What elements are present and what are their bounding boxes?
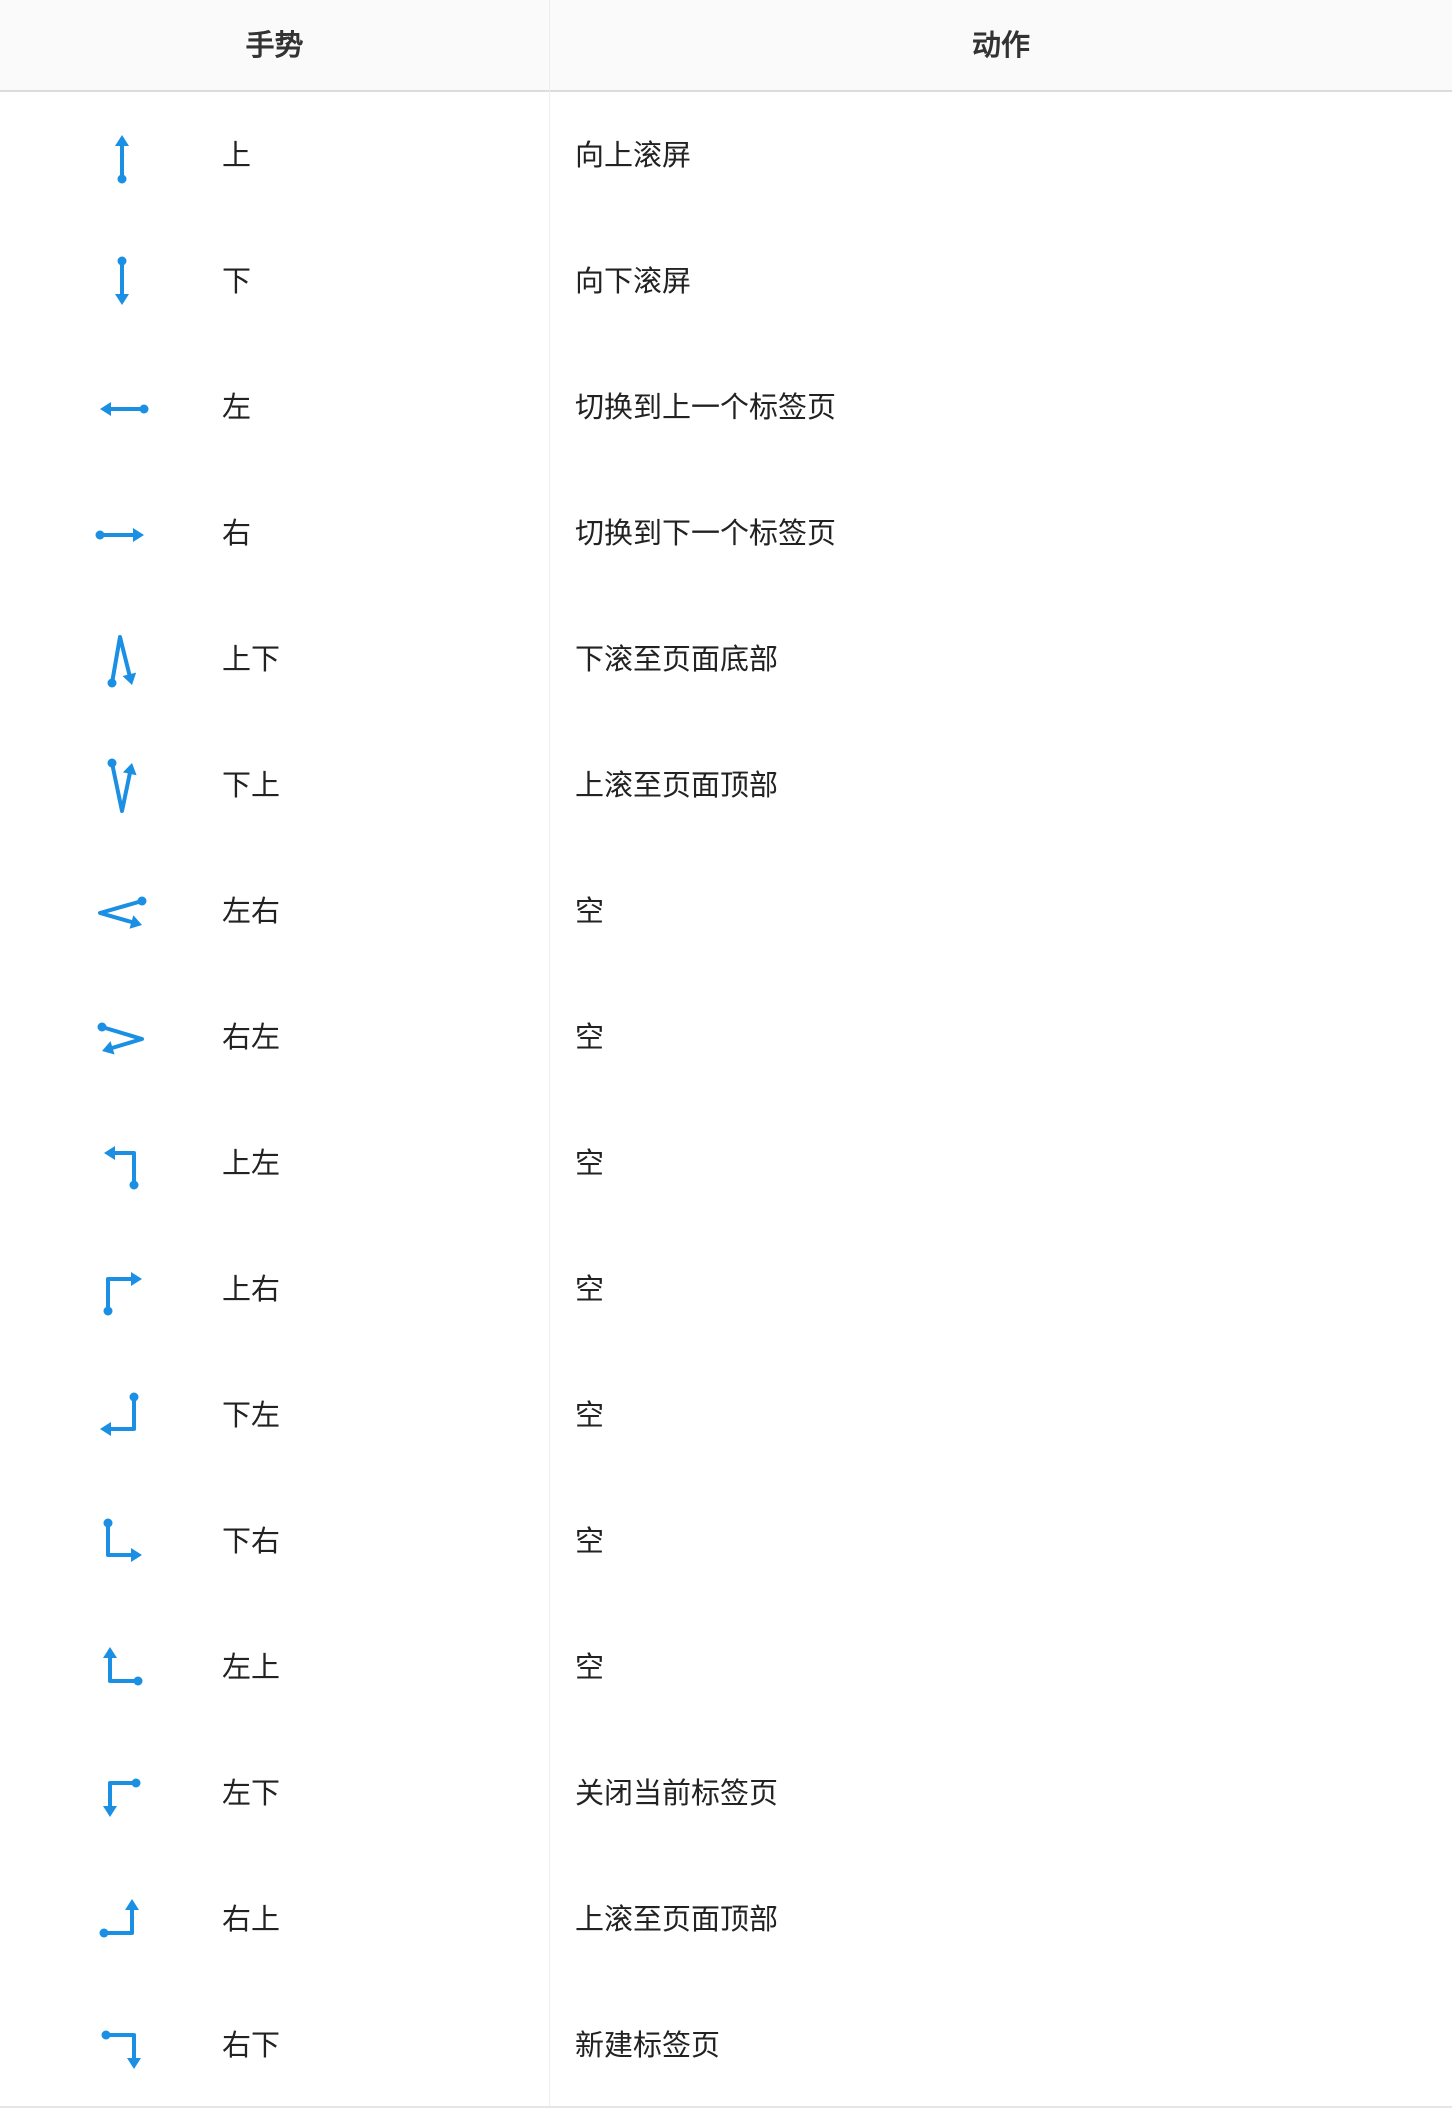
table-row: 右上 上滚至页面顶部: [0, 1856, 1452, 1982]
up-down-gesture-icon: [90, 629, 154, 693]
action-label: 空: [575, 1398, 605, 1432]
table-row: 左下 关闭当前标签页: [0, 1730, 1452, 1856]
header-gesture: 手势: [245, 28, 304, 62]
down-up-gesture-icon: [90, 755, 154, 819]
table-row: 右下 新建标签页: [0, 1982, 1452, 2108]
gesture-label: 右左: [222, 1020, 281, 1054]
table-row: 右 切换到下一个标签页: [0, 470, 1452, 596]
right-up-gesture-icon: [90, 1889, 154, 1953]
gesture-label: 右下: [222, 2028, 281, 2062]
action-label: 切换到上一个标签页: [575, 390, 837, 424]
table-row: 左 切换到上一个标签页: [0, 344, 1452, 470]
down-left-gesture-icon: [90, 1385, 154, 1449]
gesture-label: 右: [222, 516, 252, 550]
right-down-gesture-icon: [90, 2015, 154, 2079]
action-label: 空: [575, 1524, 605, 1558]
table-row: 上左 空: [0, 1100, 1452, 1226]
table-row: 右左 空: [0, 974, 1452, 1100]
action-label: 空: [575, 894, 605, 928]
action-label: 空: [575, 1020, 605, 1054]
gesture-label: 左下: [222, 1776, 281, 1810]
action-label: 新建标签页: [575, 2028, 721, 2062]
action-label: 向上滚屏: [575, 138, 692, 172]
table-row: 下左 空: [0, 1352, 1452, 1478]
gesture-label: 左上: [222, 1650, 281, 1684]
left-right-gesture-icon: [90, 881, 154, 945]
gesture-label: 上左: [222, 1146, 281, 1180]
action-label: 上滚至页面顶部: [575, 1902, 779, 1936]
gesture-label: 下左: [222, 1398, 281, 1432]
gesture-label: 右上: [222, 1902, 281, 1936]
arrow-down-icon: [90, 251, 154, 315]
table-row: 上右 空: [0, 1226, 1452, 1352]
action-label: 下滚至页面底部: [575, 642, 779, 676]
gesture-label: 下右: [222, 1524, 281, 1558]
arrow-left-icon: [90, 377, 154, 441]
table-row: 下 向下滚屏: [0, 218, 1452, 344]
down-right-gesture-icon: [90, 1511, 154, 1575]
header-action: 动作: [971, 28, 1030, 62]
table-row: 左上 空: [0, 1604, 1452, 1730]
gesture-label: 左右: [222, 894, 281, 928]
gesture-label: 左: [222, 390, 252, 424]
action-label: 上滚至页面顶部: [575, 768, 779, 802]
table-row: 左右 空: [0, 848, 1452, 974]
action-label: 空: [575, 1272, 605, 1306]
action-label: 关闭当前标签页: [575, 1776, 779, 1810]
gesture-label: 上下: [222, 642, 281, 676]
table-row: 上下 下滚至页面底部: [0, 596, 1452, 722]
table-row: 下上 上滚至页面顶部: [0, 722, 1452, 848]
action-label: 向下滚屏: [575, 264, 692, 298]
gesture-label: 上右: [222, 1272, 281, 1306]
table-row: 上 向上滚屏: [0, 92, 1452, 218]
left-down-gesture-icon: [90, 1763, 154, 1827]
action-label: 空: [575, 1650, 605, 1684]
arrow-right-icon: [90, 503, 154, 567]
right-left-gesture-icon: [90, 1007, 154, 1071]
gesture-table: 手势 动作 上 向上滚屏下 向下滚屏左 切换到上一个标签页右 切换到下一个标签页 上下 下滚…: [0, 0, 1452, 2108]
gesture-label: 下上: [222, 768, 281, 802]
action-label: 空: [575, 1146, 605, 1180]
up-left-gesture-icon: [90, 1133, 154, 1197]
up-right-gesture-icon: [90, 1259, 154, 1323]
action-label: 切换到下一个标签页: [575, 516, 837, 550]
gesture-label: 下: [222, 264, 252, 298]
left-up-gesture-icon: [90, 1637, 154, 1701]
table-header: 手势 动作: [0, 0, 1452, 92]
table-row: 下右 空: [0, 1478, 1452, 1604]
arrow-up-icon: [90, 125, 154, 189]
gesture-label: 上: [222, 138, 252, 172]
